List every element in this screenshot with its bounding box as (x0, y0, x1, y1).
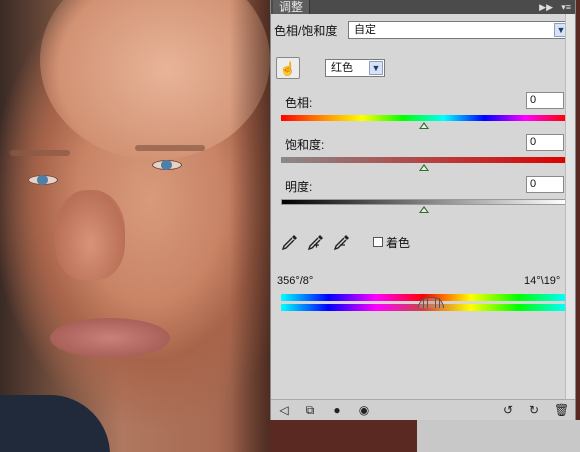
eye-icon[interactable]: ◉ (357, 403, 371, 417)
left-eye (28, 175, 58, 185)
preset-label: 色相/饱和度 (274, 24, 338, 38)
hue-value-input[interactable]: 0 (526, 92, 564, 109)
panel-scrollbar[interactable] (565, 14, 575, 400)
lips (50, 318, 170, 358)
saturation-slider-thumb[interactable] (418, 164, 429, 171)
color-range-slider[interactable] (418, 297, 444, 308)
channel-select[interactable]: 红色 ▼ (325, 59, 385, 77)
right-eyebrow (135, 145, 205, 151)
nose (55, 190, 125, 280)
hue-label: 色相: (285, 96, 313, 110)
lightness-slider[interactable] (281, 199, 566, 205)
shirt-collar (0, 395, 110, 452)
channel-value: 红色 (331, 62, 353, 74)
layer-visibility-icon[interactable]: ● (330, 403, 344, 417)
reset-icon[interactable]: ↻ (527, 403, 541, 417)
adjustments-panel: 调整 ▶▶ ▾≡ 色相/饱和度 自定 ▼ ☝ 红色 ▼ 色相: 0 饱和度: 0… (270, 0, 576, 420)
eyedropper-icon[interactable] (281, 233, 299, 251)
portrait-photo (0, 0, 270, 452)
range-right-readout: 14°\19° (524, 275, 561, 287)
back-arrow-icon[interactable]: ◁ (277, 403, 291, 417)
preset-select[interactable]: 自定 ▼ (348, 21, 570, 39)
left-eyebrow (10, 150, 70, 156)
trash-icon[interactable]: 🗑 (554, 403, 569, 417)
colorize-checkbox[interactable] (373, 237, 383, 247)
eyedropper-plus-icon[interactable] (307, 233, 325, 251)
panel-footer: ◁ ⧉ ● ◉ ↺ ↻ 🗑 (271, 399, 575, 420)
eyedropper-minus-icon[interactable] (333, 233, 351, 251)
lightness-value-input[interactable]: 0 (526, 176, 564, 193)
colorize-label: 着色 (386, 236, 411, 250)
preset-value: 自定 (354, 24, 376, 36)
lightness-label: 明度: (285, 180, 313, 194)
panel-menu-icon[interactable]: ▾≡ (561, 0, 571, 14)
hue-slider-thumb[interactable] (418, 122, 429, 129)
saturation-value-input[interactable]: 0 (526, 134, 564, 151)
right-eye (152, 160, 182, 170)
range-left-readout: 356°/8° (277, 275, 314, 287)
saturation-slider[interactable] (281, 157, 566, 163)
clip-to-layer-icon[interactable]: ⧉ (303, 403, 317, 417)
saturation-label: 饱和度: (285, 138, 325, 152)
hue-slider[interactable] (281, 115, 566, 121)
chevron-down-icon: ▼ (369, 61, 383, 75)
panel-header: 调整 ▶▶ ▾≡ (271, 0, 575, 14)
double-chevron-right-icon[interactable]: ▶▶ (539, 0, 553, 14)
previous-state-icon[interactable]: ↺ (501, 403, 515, 417)
targeted-adjustment-hand-icon[interactable]: ☝ (276, 57, 300, 79)
tab-adjustments[interactable]: 调整 (273, 0, 311, 14)
lightness-slider-thumb[interactable] (418, 206, 429, 213)
